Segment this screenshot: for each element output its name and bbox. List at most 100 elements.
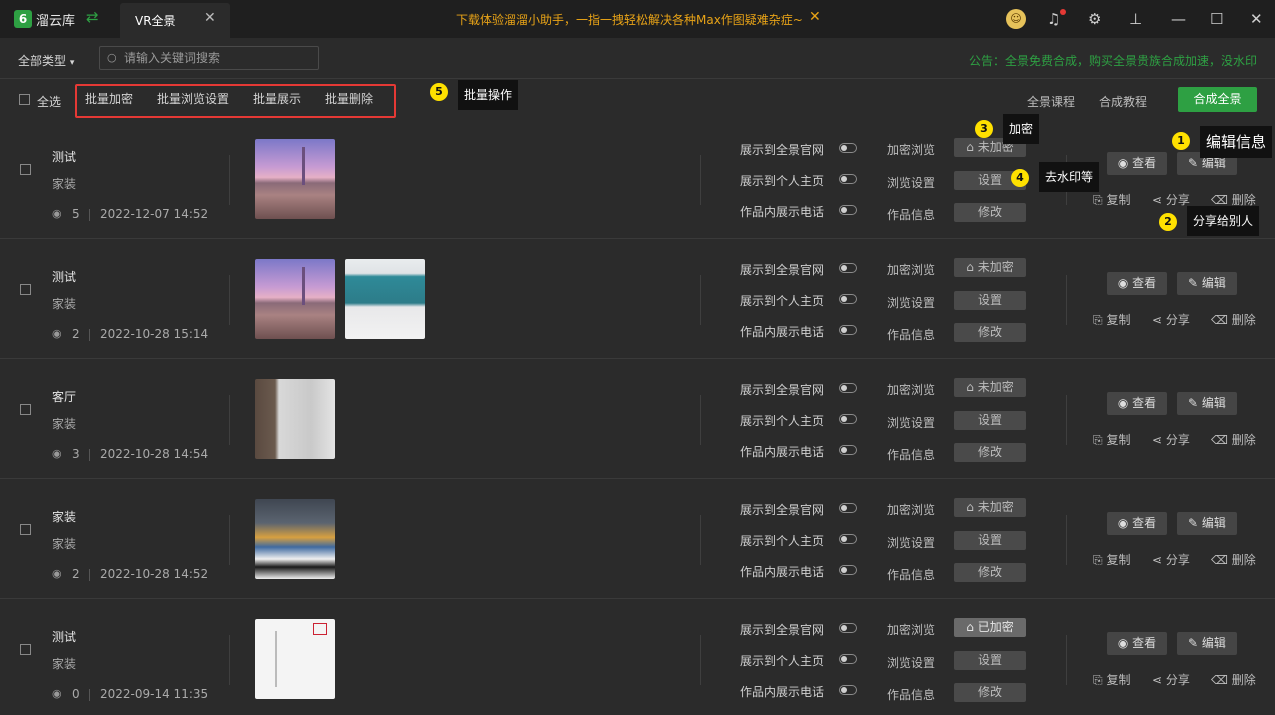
show-phone-toggle[interactable] bbox=[839, 685, 857, 695]
browse-settings-button[interactable]: 设置 bbox=[954, 291, 1026, 310]
compose-tutorial-link[interactable]: 合成教程 bbox=[1099, 93, 1147, 110]
browse-settings-button[interactable]: 设置 bbox=[954, 531, 1026, 550]
view-button[interactable]: ◉ 查看 bbox=[1107, 512, 1167, 535]
row-checkbox[interactable] bbox=[20, 164, 31, 175]
show-official-toggle[interactable] bbox=[839, 263, 857, 273]
panorama-course-link[interactable]: 全景课程 bbox=[1027, 93, 1075, 110]
encrypt-button[interactable]: ⌂ 未加密 bbox=[954, 498, 1026, 517]
work-category: 家装 bbox=[52, 417, 77, 431]
modify-button[interactable]: 修改 bbox=[954, 443, 1026, 462]
panorama-thumbnail[interactable] bbox=[255, 619, 335, 699]
batch-browse-settings-button[interactable]: 批量浏览设置 bbox=[157, 90, 229, 107]
edit-button[interactable]: ✎ 编辑 bbox=[1177, 272, 1237, 295]
share-button[interactable]: ⋖ 分享 bbox=[1152, 311, 1190, 328]
callout-3-number: 3 bbox=[975, 120, 993, 138]
batch-delete-button[interactable]: 批量删除 bbox=[325, 90, 373, 107]
show-personal-toggle[interactable] bbox=[839, 294, 857, 304]
show-phone-toggle[interactable] bbox=[839, 205, 857, 215]
view-label: 查看 bbox=[1132, 276, 1157, 290]
swap-icon[interactable]: ⇄ bbox=[86, 8, 99, 26]
modify-button[interactable]: 修改 bbox=[954, 683, 1026, 702]
window-close-icon[interactable]: ✕ bbox=[1250, 10, 1263, 28]
batch-encrypt-button[interactable]: 批量加密 bbox=[85, 90, 133, 107]
encrypt-button[interactable]: ⌂ 未加密 bbox=[954, 258, 1026, 277]
panorama-thumbnail[interactable] bbox=[255, 139, 335, 219]
type-filter-label: 全部类型 bbox=[18, 54, 67, 68]
view-button[interactable]: ◉ 查看 bbox=[1107, 632, 1167, 655]
search-box[interactable]: ○ bbox=[99, 46, 319, 70]
show-official-toggle[interactable] bbox=[839, 503, 857, 513]
edit-button[interactable]: ✎ 编辑 bbox=[1177, 512, 1237, 535]
browse-settings-label: 浏览设置 bbox=[887, 656, 936, 670]
show-official-toggle[interactable] bbox=[839, 143, 857, 153]
notice-text[interactable]: 公告：全景免费合成，购买全景贵族合成加速，没水印 bbox=[969, 52, 1257, 69]
avatar[interactable]: ☺ bbox=[1006, 9, 1026, 29]
maximize-icon[interactable]: ☐ bbox=[1210, 10, 1223, 28]
browse-settings-button[interactable]: 设置 bbox=[954, 411, 1026, 430]
modify-button[interactable]: 修改 bbox=[954, 203, 1026, 222]
show-official-toggle[interactable] bbox=[839, 623, 857, 633]
show-personal-toggle[interactable] bbox=[839, 654, 857, 664]
show-phone-toggle[interactable] bbox=[839, 325, 857, 335]
view-label: 查看 bbox=[1132, 516, 1157, 530]
panorama-thumbnail[interactable] bbox=[345, 259, 425, 339]
view-button[interactable]: ◉ 查看 bbox=[1107, 152, 1167, 175]
modify-button[interactable]: 修改 bbox=[954, 563, 1026, 582]
work-title: 家装 bbox=[52, 510, 77, 524]
promo-banner[interactable]: 下载体验溜溜小助手，一指一拽轻松解决各种Max作图疑难杂症~ bbox=[456, 11, 803, 28]
pin-icon[interactable]: ⊥ bbox=[1129, 10, 1142, 28]
delete-button[interactable]: ⌫ 删除 bbox=[1211, 311, 1256, 328]
batch-display-button[interactable]: 批量展示 bbox=[253, 90, 301, 107]
copy-icon: ⎘ bbox=[1093, 673, 1103, 687]
show-phone-toggle[interactable] bbox=[839, 565, 857, 575]
tab-vr-panorama[interactable]: VR全景 ✕ bbox=[120, 3, 230, 38]
share-button[interactable]: ⋖ 分享 bbox=[1152, 551, 1190, 568]
type-filter-dropdown[interactable]: 全部类型 ▾ bbox=[18, 52, 74, 69]
delete-button[interactable]: ⌫ 删除 bbox=[1211, 671, 1256, 688]
work-title: 测试 bbox=[52, 270, 77, 284]
delete-button[interactable]: ⌫ 删除 bbox=[1211, 431, 1256, 448]
modify-button[interactable]: 修改 bbox=[954, 323, 1026, 342]
browse-settings-button[interactable]: 设置 bbox=[954, 651, 1026, 670]
show-official-toggle[interactable] bbox=[839, 383, 857, 393]
browse-settings-label: 浏览设置 bbox=[887, 536, 936, 550]
divider bbox=[229, 275, 230, 325]
select-all-label[interactable]: 全选 bbox=[37, 93, 61, 110]
gear-icon[interactable]: ⚙ bbox=[1088, 10, 1101, 28]
bell-icon[interactable]: ♫ bbox=[1047, 10, 1060, 28]
share-button[interactable]: ⋖ 分享 bbox=[1152, 671, 1190, 688]
encrypt-button[interactable]: ⌂ 已加密 bbox=[954, 618, 1026, 637]
edit-button[interactable]: ✎ 编辑 bbox=[1177, 632, 1237, 655]
minimize-icon[interactable]: — bbox=[1171, 10, 1186, 28]
encrypt-button[interactable]: ⌂ 未加密 bbox=[954, 378, 1026, 397]
row-checkbox[interactable] bbox=[20, 524, 31, 535]
panorama-thumbnail[interactable] bbox=[255, 499, 335, 579]
panorama-thumbnail[interactable] bbox=[255, 259, 335, 339]
panorama-thumbnail[interactable] bbox=[255, 379, 335, 459]
share-button[interactable]: ⋖ 分享 bbox=[1152, 431, 1190, 448]
copy-button[interactable]: ⎘ 复制 bbox=[1093, 431, 1130, 448]
show-phone-toggle[interactable] bbox=[839, 445, 857, 455]
copy-button[interactable]: ⎘ 复制 bbox=[1093, 311, 1130, 328]
delete-label: 删除 bbox=[1231, 313, 1256, 327]
view-button[interactable]: ◉ 查看 bbox=[1107, 392, 1167, 415]
view-button[interactable]: ◉ 查看 bbox=[1107, 272, 1167, 295]
copy-button[interactable]: ⎘ 复制 bbox=[1093, 671, 1130, 688]
copy-button[interactable]: ⎘ 复制 bbox=[1093, 191, 1130, 208]
close-icon[interactable]: ✕ bbox=[204, 10, 216, 26]
row-checkbox[interactable] bbox=[20, 644, 31, 655]
show-personal-toggle[interactable] bbox=[839, 534, 857, 544]
row-checkbox[interactable] bbox=[20, 284, 31, 295]
search-input[interactable] bbox=[124, 50, 314, 66]
show-personal-toggle[interactable] bbox=[839, 414, 857, 424]
row-checkbox[interactable] bbox=[20, 404, 31, 415]
promo-close-icon[interactable]: ✕ bbox=[809, 9, 821, 25]
compose-panorama-button[interactable]: 合成全景 bbox=[1178, 87, 1257, 112]
copy-button[interactable]: ⎘ 复制 bbox=[1093, 551, 1130, 568]
show-personal-toggle[interactable] bbox=[839, 174, 857, 184]
select-all-checkbox[interactable] bbox=[19, 94, 30, 105]
share-button[interactable]: ⋖ 分享 bbox=[1152, 191, 1190, 208]
delete-button[interactable]: ⌫ 删除 bbox=[1211, 551, 1256, 568]
edit-button[interactable]: ✎ 编辑 bbox=[1177, 392, 1237, 415]
divider bbox=[89, 329, 90, 341]
